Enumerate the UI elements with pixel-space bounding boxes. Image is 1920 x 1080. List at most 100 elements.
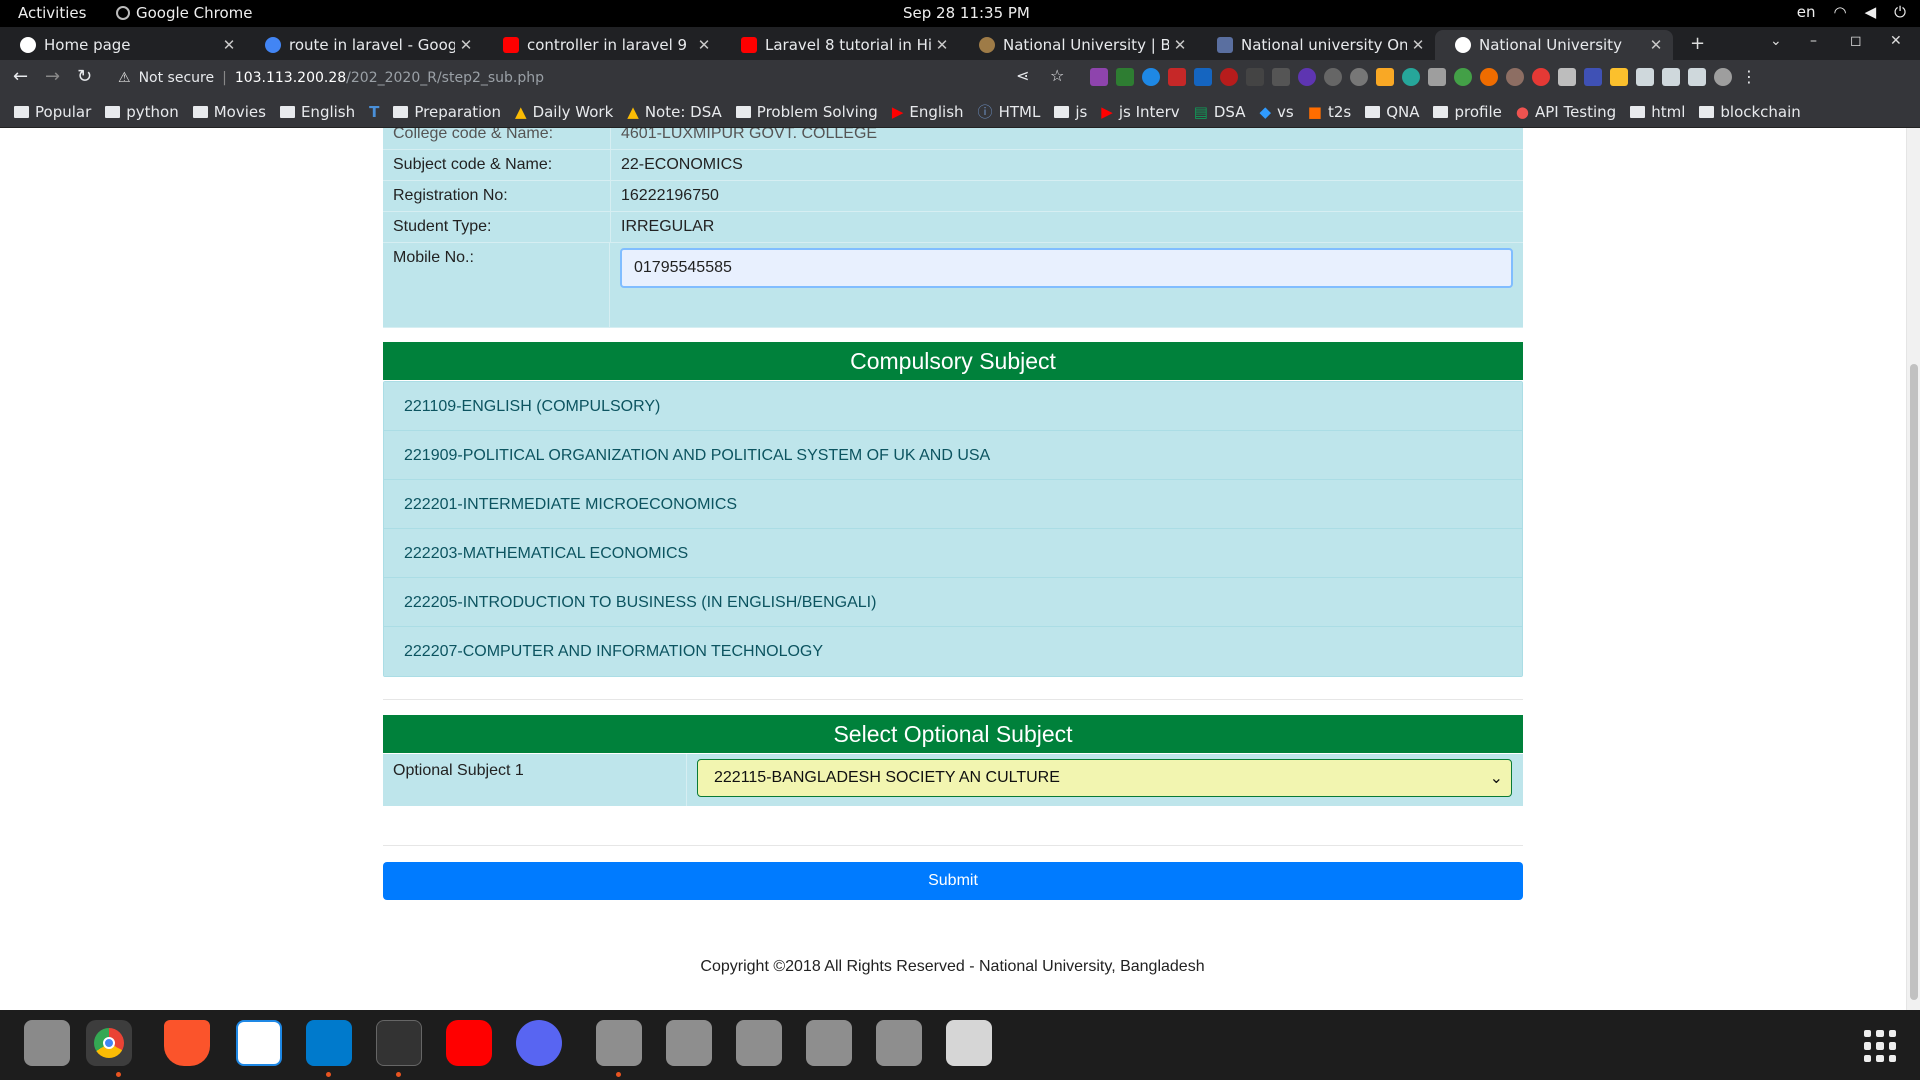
bookmark-folder[interactable]: Preparation: [393, 103, 501, 121]
libreoffice-writer-icon[interactable]: [236, 1020, 282, 1066]
extensions-puzzle-icon[interactable]: [1636, 68, 1654, 86]
menu-kebab-icon[interactable]: ⋮: [1740, 68, 1758, 86]
reload-button[interactable]: ↻: [77, 66, 92, 87]
bookmark-link[interactable]: ▲ Note: DSA: [627, 103, 722, 121]
bookmark-folder[interactable]: English: [279, 103, 355, 121]
activities-button[interactable]: Activities: [18, 4, 86, 22]
bookmark-link[interactable]: ● API Testing: [1516, 103, 1616, 121]
vscode-icon[interactable]: [306, 1020, 352, 1066]
disk-icon[interactable]: [596, 1020, 642, 1066]
extension-icon[interactable]: [1246, 68, 1264, 86]
back-button[interactable]: ←: [13, 66, 28, 87]
bookmark-folder[interactable]: html: [1630, 103, 1685, 121]
tab-home-page[interactable]: Home page ✕: [0, 30, 246, 60]
bookmark-link[interactable]: ▶ English: [892, 103, 964, 121]
disk-icon[interactable]: [876, 1020, 922, 1066]
reading-list-icon[interactable]: [1662, 68, 1680, 86]
drive-icon[interactable]: [666, 1020, 712, 1066]
close-tab-icon[interactable]: ✕: [455, 36, 477, 54]
extension-icon[interactable]: [1298, 68, 1316, 86]
trash-icon[interactable]: [946, 1020, 992, 1066]
tab-youtube-laravel[interactable]: Laravel 8 tutorial in Hindi ✕: [721, 30, 959, 60]
optional-subject-select[interactable]: 222115-BANGLADESH SOCIETY AN CULTURE ⌄: [697, 759, 1512, 797]
bookmark-folder[interactable]: QNA: [1365, 103, 1419, 121]
address-bar[interactable]: ⚠ Not secure | 103.113.200.28/202_2020_R…: [110, 64, 1030, 92]
extension-icon[interactable]: [1402, 68, 1420, 86]
extension-icon[interactable]: [1194, 68, 1212, 86]
bookmark-folder[interactable]: profile: [1433, 103, 1502, 121]
bookmark-folder[interactable]: blockchain: [1699, 103, 1801, 121]
wifi-icon[interactable]: ◠: [1833, 3, 1846, 21]
tab-youtube-controller[interactable]: controller in laravel 9 hinc ✕: [483, 30, 721, 60]
maximize-button[interactable]: ◻: [1850, 33, 1862, 49]
clock[interactable]: Sep 28 11:35 PM: [903, 4, 1030, 22]
bookmark-folder[interactable]: Popular: [14, 103, 91, 121]
app-menu[interactable]: Google Chrome: [116, 4, 253, 22]
submit-button[interactable]: Submit: [383, 862, 1523, 900]
extension-icon[interactable]: [1090, 68, 1108, 86]
language-indicator[interactable]: en: [1797, 3, 1816, 21]
disk-icon[interactable]: [806, 1020, 852, 1066]
extension-icon[interactable]: [1506, 68, 1524, 86]
extension-icon[interactable]: [1376, 68, 1394, 86]
extension-icon[interactable]: [1428, 68, 1446, 86]
bookmark-link[interactable]: ■ t2s: [1308, 103, 1351, 121]
extension-icon[interactable]: [1532, 68, 1550, 86]
extension-icon[interactable]: [1558, 68, 1576, 86]
show-applications-icon[interactable]: [1864, 1030, 1896, 1062]
bookmark-folder[interactable]: python: [105, 103, 179, 121]
tab-search-chevron-icon[interactable]: ⌄: [1770, 33, 1782, 49]
warning-icon[interactable]: ⚠: [118, 70, 131, 86]
close-tab-icon[interactable]: ✕: [1645, 36, 1667, 54]
bookmark-link[interactable]: T: [369, 103, 379, 121]
avatar[interactable]: [1714, 68, 1732, 86]
bookmark-folder[interactable]: js: [1054, 103, 1087, 121]
chrome-icon[interactable]: [86, 1020, 132, 1066]
close-tab-icon[interactable]: ✕: [1407, 36, 1429, 54]
brave-icon[interactable]: [164, 1020, 210, 1066]
bookmark-link[interactable]: ⓘ HTML: [978, 101, 1041, 122]
mobile-input[interactable]: [620, 248, 1513, 288]
extension-icon[interactable]: [1610, 68, 1628, 86]
scrollbar-thumb[interactable]: [1910, 364, 1918, 1000]
close-tab-icon[interactable]: ✕: [1169, 36, 1191, 54]
share-icon[interactable]: ⋖: [1016, 66, 1029, 85]
bookmark-folder[interactable]: Problem Solving: [735, 103, 878, 121]
page-scrollbar[interactable]: [1906, 128, 1920, 1010]
volume-icon[interactable]: ◀: [1865, 3, 1877, 21]
extension-icon[interactable]: [1142, 68, 1160, 86]
close-tab-icon[interactable]: ✕: [693, 36, 715, 54]
files-icon[interactable]: [24, 1020, 70, 1066]
close-window-button[interactable]: ✕: [1890, 33, 1902, 49]
tab-google-search[interactable]: route in laravel - Google S ✕: [245, 30, 483, 60]
extension-icon[interactable]: [1324, 68, 1342, 86]
extension-icon[interactable]: [1168, 68, 1186, 86]
close-tab-icon[interactable]: ✕: [218, 36, 240, 54]
bookmark-link[interactable]: ▶ js Interv: [1101, 103, 1179, 121]
discord-icon[interactable]: [516, 1020, 562, 1066]
extension-icon[interactable]: [1220, 68, 1238, 86]
extension-icon[interactable]: [1116, 68, 1134, 86]
bookmark-link[interactable]: ◆ vs: [1260, 103, 1294, 121]
extension-icon[interactable]: [1350, 68, 1368, 86]
system-tray[interactable]: en ◠ ◀ ⏻: [1797, 3, 1906, 21]
extension-icon[interactable]: [1584, 68, 1602, 86]
tab-national-university-active[interactable]: National University ✕: [1435, 30, 1673, 60]
close-tab-icon[interactable]: ✕: [931, 36, 953, 54]
extension-icon[interactable]: [1272, 68, 1290, 86]
minimize-button[interactable]: –: [1810, 33, 1817, 49]
disk-icon[interactable]: [736, 1020, 782, 1066]
side-panel-icon[interactable]: [1688, 68, 1706, 86]
new-tab-button[interactable]: +: [1690, 33, 1705, 54]
terminal-icon[interactable]: [376, 1020, 422, 1066]
extension-icon[interactable]: [1454, 68, 1472, 86]
forward-button[interactable]: →: [45, 66, 60, 87]
extension-icon[interactable]: [1480, 68, 1498, 86]
bookmark-link[interactable]: ▲ Daily Work: [515, 103, 613, 121]
bookmark-star-icon[interactable]: ☆: [1050, 66, 1064, 85]
tab-national-university-bang[interactable]: National University | Bang ✕: [959, 30, 1197, 60]
bookmark-folder[interactable]: Movies: [192, 103, 266, 121]
power-icon[interactable]: ⏻: [1894, 3, 1906, 21]
bookmark-link[interactable]: ▤ DSA: [1194, 103, 1246, 121]
youtube-icon[interactable]: [446, 1020, 492, 1066]
